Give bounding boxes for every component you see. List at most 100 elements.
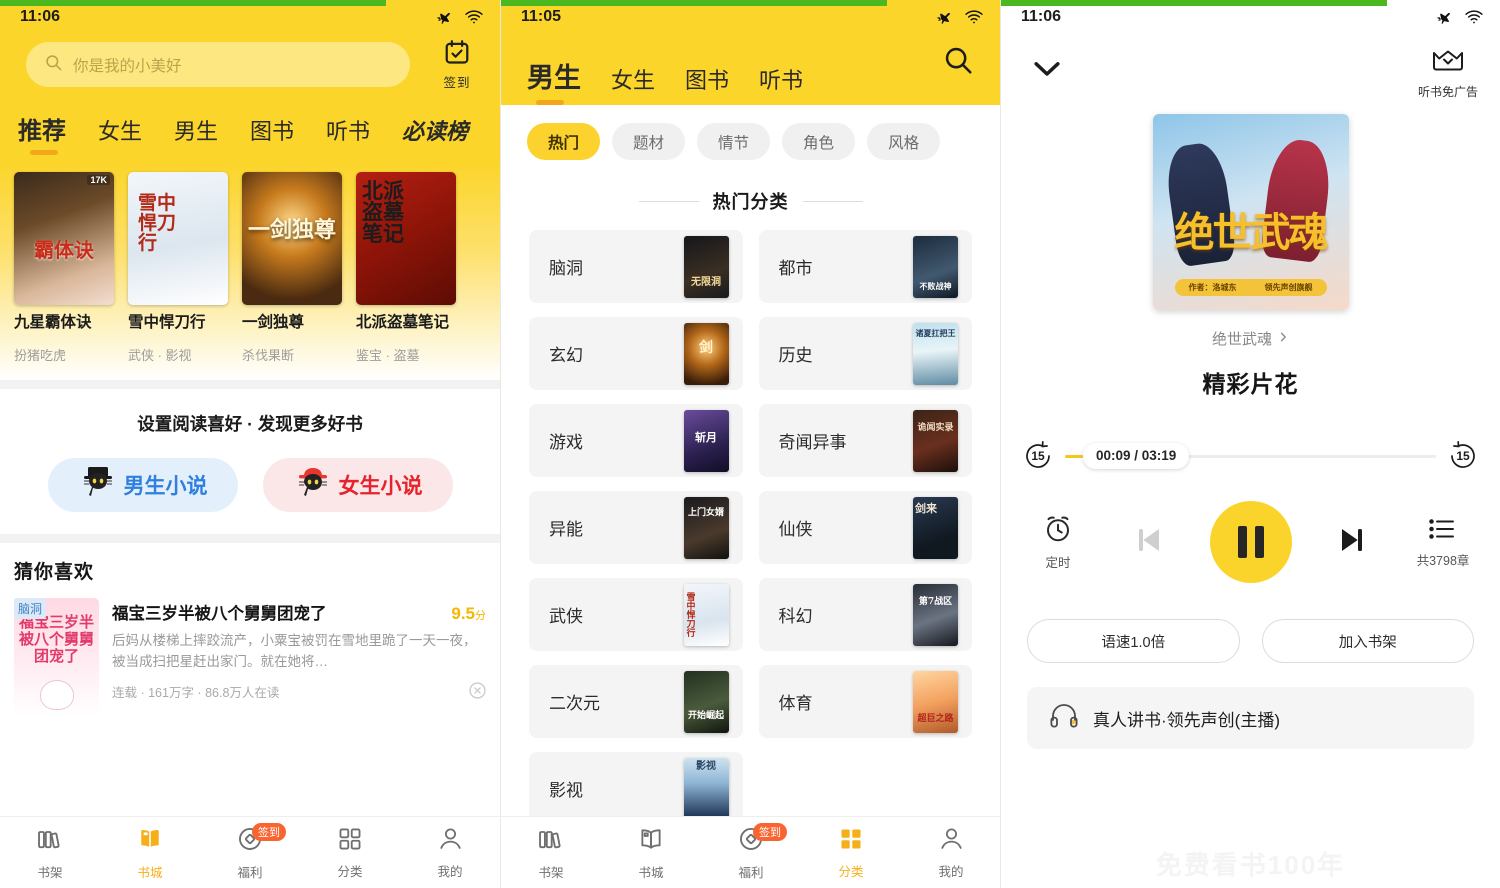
- person-icon: [437, 825, 464, 857]
- forward-15-button[interactable]: 15: [1446, 439, 1480, 473]
- cover-title-art: 福宝三岁半被八个舅舅团宠了: [19, 614, 94, 664]
- category-thumbnail: 剑: [684, 323, 729, 385]
- item-title: 福宝三岁半被八个舅舅团宠了: [112, 600, 443, 624]
- category-card[interactable]: 二次元开始崛起: [529, 665, 743, 738]
- tab-female[interactable]: 女生: [611, 63, 655, 109]
- grid-icon: [838, 826, 864, 857]
- vip-ad-free-button[interactable]: 听书免广告: [1418, 48, 1478, 100]
- panel1-header: 11:06 你是我的小美好 签到: [0, 0, 500, 164]
- preference-title: 设置阅读喜好 · 发现更多好书: [0, 411, 500, 436]
- chip-theme[interactable]: 题材: [612, 123, 685, 160]
- status-badge: 签到: [753, 823, 787, 841]
- male-novels-button[interactable]: 男生小说: [48, 458, 238, 512]
- book-card[interactable]: 雪中悍刀行 雪中悍刀行 武侠 · 影视: [128, 172, 228, 364]
- progress-slider[interactable]: 00:09 / 03:19: [1065, 455, 1436, 458]
- nav-item-bookshelf[interactable]: 书架: [501, 817, 601, 888]
- tab-must-read-rank[interactable]: 必读榜: [402, 114, 468, 158]
- tab-recommend[interactable]: 推荐: [18, 111, 66, 158]
- album-cover[interactable]: 绝世武魂 作者：洛城东 领先声创旗舰: [1153, 114, 1349, 310]
- category-thumbnail: 雪中悍刀行: [684, 584, 729, 646]
- category-card[interactable]: 异能上门女婿: [529, 491, 743, 564]
- book-card[interactable]: 一剑独尊 一剑独尊 杀伐果断: [242, 172, 342, 364]
- add-to-bookshelf-button[interactable]: 加入书架: [1262, 619, 1475, 663]
- guess-heading: 猜你喜欢: [14, 557, 486, 584]
- category-card[interactable]: 游戏斩月: [529, 404, 743, 477]
- category-card[interactable]: 武侠雪中悍刀行: [529, 578, 743, 651]
- tab-female[interactable]: 女生: [98, 114, 142, 158]
- nav-item-bookstore[interactable]: 书城: [601, 817, 701, 888]
- chapter-list-button[interactable]: 共3798章: [1412, 516, 1474, 569]
- search-input[interactable]: 你是我的小美好: [26, 42, 410, 87]
- cover-title-art: 霸体诀: [14, 234, 114, 263]
- tab-books[interactable]: 图书: [685, 63, 729, 109]
- book-cover: 雪中悍刀行: [128, 172, 228, 305]
- chapter-title: 精彩片花: [1203, 365, 1299, 399]
- book-cover: 17K 霸体诀: [14, 172, 114, 305]
- playback-speed-button[interactable]: 语速1.0倍: [1027, 619, 1240, 663]
- category-card[interactable]: 科幻第7战区: [759, 578, 973, 651]
- skip-next-icon[interactable]: [1332, 520, 1372, 565]
- female-novels-button[interactable]: 女生小说: [263, 458, 453, 512]
- nav-item-bookstore[interactable]: 书城: [100, 817, 200, 888]
- tab-audiobooks[interactable]: 听书: [326, 114, 370, 158]
- narrator-row[interactable]: 真人讲书·领先声创(主播): [1027, 687, 1474, 749]
- cover-studio-line: 领先声创旗舰: [1265, 282, 1313, 293]
- tab-male[interactable]: 男生: [174, 114, 218, 158]
- category-card[interactable]: 体育超巨之路: [759, 665, 973, 738]
- chip-style[interactable]: 风格: [867, 123, 940, 160]
- category-name: 脑洞: [549, 254, 583, 279]
- panel2-header: 11:05 男生 女生 图书 听书: [501, 0, 1000, 105]
- book-name-link[interactable]: 绝世武魂: [1212, 328, 1289, 349]
- progress-fill: [1065, 455, 1083, 458]
- category-card[interactable]: 历史诸夏扛把王: [759, 317, 973, 390]
- book-card[interactable]: 北派盗墓笔记 北派盗墓笔记 鉴宝 · 盗墓: [356, 172, 456, 364]
- chip-plot[interactable]: 情节: [697, 123, 770, 160]
- cover-title-art: 一剑独尊: [242, 212, 342, 244]
- chip-hot[interactable]: 热门: [527, 123, 600, 160]
- tab-male[interactable]: 男生: [527, 56, 581, 109]
- forward-15-label: 15: [1446, 449, 1480, 463]
- female-novels-label: 女生小说: [339, 470, 423, 500]
- nav-item-profile[interactable]: 我的: [901, 817, 1000, 888]
- category-name: 游戏: [549, 428, 583, 453]
- close-icon[interactable]: [469, 682, 486, 702]
- category-name: 二次元: [549, 689, 600, 714]
- category-tab-bar: 男生 女生 图书 听书: [501, 34, 1000, 109]
- rewind-15-button[interactable]: 15: [1021, 439, 1055, 473]
- category-card[interactable]: 都市不败战神: [759, 230, 973, 303]
- chip-role[interactable]: 角色: [782, 123, 855, 160]
- category-name: 体育: [779, 689, 813, 714]
- list-item[interactable]: 福宝三岁半被八个舅舅团宠了 脑洞 福宝三岁半被八个舅舅团宠了 9.5分 后妈从楼…: [14, 598, 486, 716]
- book-subtitle: 杀伐果断: [242, 345, 342, 364]
- category-card[interactable]: 玄幻剑: [529, 317, 743, 390]
- book-subtitle: 扮猪吃虎: [14, 345, 114, 364]
- pause-button[interactable]: [1210, 501, 1292, 583]
- category-thumbnail: 第7战区: [913, 584, 958, 646]
- category-name: 都市: [779, 254, 813, 279]
- nav-item-profile[interactable]: 我的: [400, 817, 500, 888]
- category-card[interactable]: 影视影视: [529, 752, 743, 825]
- category-card[interactable]: 奇闻异事诡闻实录: [759, 404, 973, 477]
- tab-books[interactable]: 图书: [250, 114, 294, 158]
- tab-audiobooks[interactable]: 听书: [759, 63, 803, 109]
- nav-item-category[interactable]: 分类: [300, 817, 400, 888]
- book-cover: 一剑独尊: [242, 172, 342, 305]
- sign-in-button[interactable]: 签到: [428, 38, 486, 91]
- category-card[interactable]: 脑洞无限洞: [529, 230, 743, 303]
- nav-label: 书城: [638, 862, 663, 881]
- item-meta: 连载 · 161万字 · 86.8万人在读: [112, 682, 279, 701]
- chevron-down-icon[interactable]: [1027, 48, 1067, 93]
- nav-item-welfare[interactable]: 签到 福利: [701, 817, 801, 888]
- section-title: 热门分类: [713, 188, 789, 214]
- sleep-timer-button[interactable]: 定时: [1027, 514, 1089, 571]
- skip-previous-icon[interactable]: [1129, 520, 1169, 565]
- search-button[interactable]: [942, 44, 974, 81]
- nav-item-bookshelf[interactable]: 书架: [0, 817, 100, 888]
- nav-item-category[interactable]: 分类: [801, 817, 901, 888]
- book-card[interactable]: 17K 霸体诀 九星霸体诀 扮猪吃虎: [14, 172, 114, 364]
- search-icon: [44, 53, 63, 77]
- category-card[interactable]: 仙侠剑来: [759, 491, 973, 564]
- bottom-navigation: 书架 书城 签到 福利 分类 我的: [0, 816, 500, 888]
- nav-item-welfare[interactable]: 签到 福利: [200, 817, 300, 888]
- bookshelf-icon: [537, 825, 565, 858]
